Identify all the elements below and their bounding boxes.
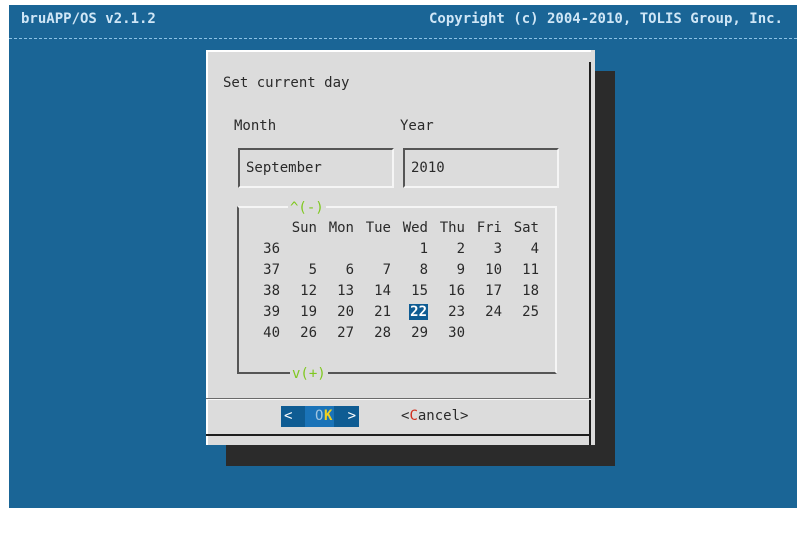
ok-right-bracket: > [334, 406, 359, 427]
week-number: 38 [263, 283, 280, 299]
selected-day[interactable]: 22 [409, 304, 428, 320]
weekday-header: Sat [513, 220, 539, 236]
title-bar: bruAPP/OS v2.1.2 Copyright (c) 2004-2010… [9, 5, 797, 36]
button-separator-highlight [206, 399, 591, 400]
day-cell[interactable]: 7 [354, 260, 391, 281]
scroll-down-indicator[interactable]: v(+) [290, 366, 328, 382]
weekday-header: Wed [402, 220, 428, 236]
month-value: September [246, 160, 322, 176]
weekday-header: Tue [365, 220, 391, 236]
day-cell[interactable]: 17 [465, 281, 502, 302]
day-cell[interactable]: 21 [354, 302, 391, 323]
day-cell[interactable]: 1 [391, 239, 428, 260]
dialog-border-top [206, 50, 591, 52]
day-cell[interactable] [465, 323, 502, 344]
terminal-screen: bruAPP/OS v2.1.2 Copyright (c) 2004-2010… [9, 5, 797, 508]
week-row: 40 26 27 28 29 30 [250, 323, 539, 344]
week-row: 36 1 2 3 4 [250, 239, 539, 260]
year-field[interactable]: 2010 [403, 148, 559, 188]
day-cell[interactable]: 29 [391, 323, 428, 344]
day-cell[interactable]: 20 [317, 302, 354, 323]
day-cell[interactable]: 13 [317, 281, 354, 302]
app-title: bruAPP/OS v2.1.2 [21, 11, 156, 27]
selected-day-cell[interactable]: 22 [391, 302, 428, 323]
week-number: 39 [263, 304, 280, 320]
day-cell[interactable] [317, 239, 354, 260]
day-cell[interactable]: 6 [317, 260, 354, 281]
week-number: 36 [263, 241, 280, 257]
cancel-label: ancel [417, 408, 461, 424]
day-cell[interactable]: 15 [391, 281, 428, 302]
month-field[interactable]: September [238, 148, 394, 188]
day-cell[interactable]: 23 [428, 302, 465, 323]
day-cell[interactable]: 30 [428, 323, 465, 344]
dialog-border-left [206, 50, 208, 445]
day-cell[interactable]: 10 [465, 260, 502, 281]
day-cell[interactable]: 2 [428, 239, 465, 260]
weekday-header: Fri [476, 220, 502, 236]
day-cell[interactable]: 16 [428, 281, 465, 302]
week-row: 37 5 6 7 8 9 10 11 [250, 260, 539, 281]
ok-left-bracket: < [281, 406, 305, 427]
weekday-header-row: Sun Mon Tue Wed Thu Fri Sat [250, 218, 539, 239]
weekday-header: Mon [328, 220, 354, 236]
cancel-hotkey: C [409, 408, 418, 424]
week-row: 39 19 20 21 22 23 24 25 [250, 302, 539, 323]
day-cell[interactable]: 18 [502, 281, 539, 302]
scroll-up-indicator[interactable]: ^(-) [288, 200, 326, 216]
day-cell[interactable]: 8 [391, 260, 428, 281]
day-cell[interactable]: 19 [280, 302, 317, 323]
week-number: 40 [263, 325, 280, 341]
cancel-button[interactable]: <Cancel> [401, 406, 468, 427]
weekday-header: Sun [291, 220, 317, 236]
day-cell[interactable] [354, 239, 391, 260]
day-cell[interactable]: 25 [502, 302, 539, 323]
day-cell[interactable]: 3 [465, 239, 502, 260]
year-value: 2010 [411, 160, 445, 176]
day-cell[interactable]: 26 [280, 323, 317, 344]
day-cell[interactable] [280, 239, 317, 260]
ok-hotkey-shadow: O [315, 406, 324, 427]
day-cell[interactable]: 28 [354, 323, 391, 344]
day-cell[interactable]: 4 [502, 239, 539, 260]
day-cell[interactable] [502, 323, 539, 344]
day-cell[interactable]: 5 [280, 260, 317, 281]
year-label: Year [400, 118, 434, 134]
day-cell[interactable]: 27 [317, 323, 354, 344]
weekday-header: Thu [439, 220, 465, 236]
copyright-notice: Copyright (c) 2004-2010, TOLIS Group, In… [428, 11, 783, 27]
dialog-title: Set current day [223, 75, 350, 91]
month-label: Month [234, 118, 277, 134]
day-cell[interactable]: 24 [465, 302, 502, 323]
calendar-grid: Sun Mon Tue Wed Thu Fri Sat 36 1 2 3 4 3… [250, 218, 539, 344]
day-cell[interactable]: 11 [502, 260, 539, 281]
day-cell[interactable]: 12 [280, 281, 317, 302]
set-day-dialog: Set current day Month Year September 201… [206, 50, 595, 445]
title-divider [9, 38, 797, 40]
week-number: 37 [263, 262, 280, 278]
dialog-border-bottom [206, 434, 591, 436]
day-cell[interactable]: 9 [428, 260, 465, 281]
ok-button[interactable]: < O K > [281, 406, 359, 427]
week-row: 38 12 13 14 15 16 17 18 [250, 281, 539, 302]
dialog-border-right [589, 62, 591, 445]
day-cell[interactable]: 14 [354, 281, 391, 302]
cancel-close-bracket: > [460, 408, 469, 424]
ok-hotkey: K [324, 406, 334, 427]
